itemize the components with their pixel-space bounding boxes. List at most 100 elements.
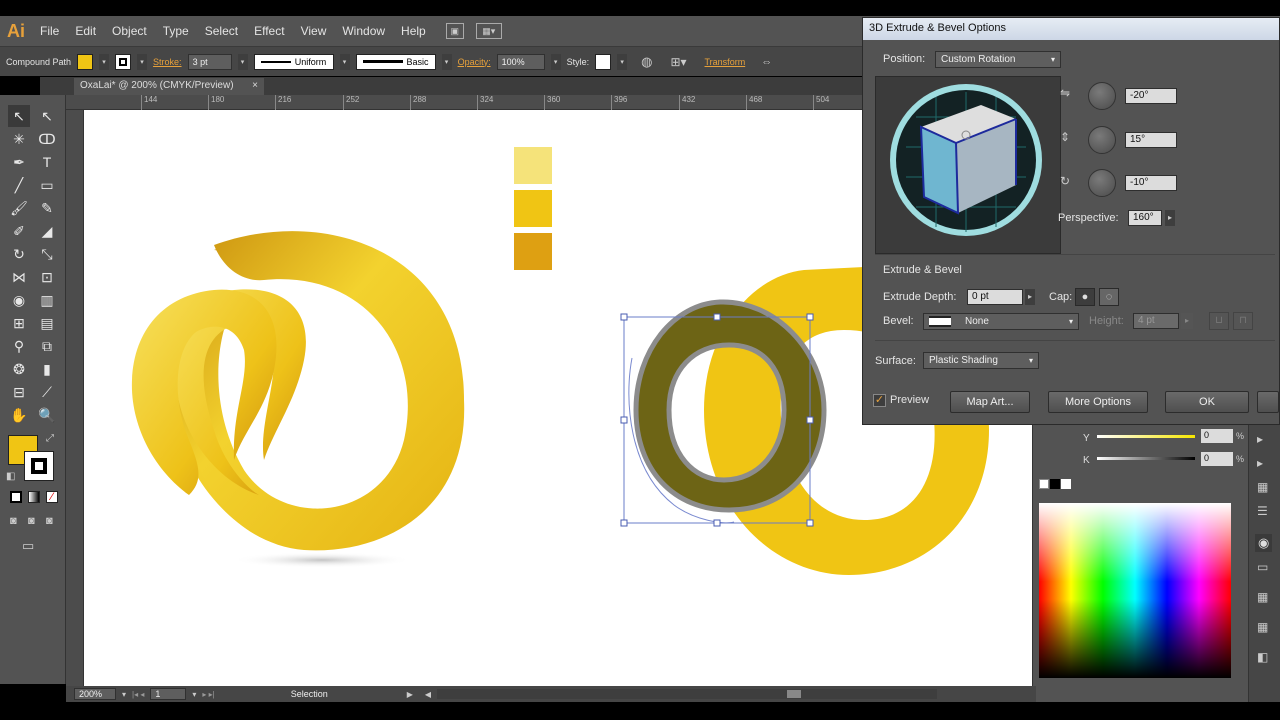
gradient-tool-icon[interactable]: ▤ [36,312,58,334]
opacity-panel-link[interactable]: Opacity: [458,57,491,67]
stroke-panel-link[interactable]: Stroke: [153,57,182,67]
rotate-z-knob[interactable] [1088,169,1116,197]
perspective-field[interactable]: 160° [1128,210,1162,226]
menu-file[interactable]: File [32,24,67,38]
flip-icon[interactable]: ⇔ [761,56,772,68]
rotate-x-field[interactable]: -20° [1125,88,1177,104]
swatch-light[interactable] [514,147,552,184]
mesh-tool-icon[interactable]: ⊞ [8,312,30,334]
black-slider[interactable] [1097,457,1195,460]
hand-tool-icon[interactable]: ✋ [8,404,30,426]
magic-wand-tool-icon[interactable]: ✳ [8,128,30,150]
none-color-icon[interactable] [1039,479,1049,489]
transform-panel-link[interactable]: Transform [705,57,746,67]
default-fill-stroke-icon[interactable]: ◧ [6,471,15,482]
free-transform-tool-icon[interactable]: ⊡ [36,266,58,288]
eraser-tool-icon[interactable]: ◢ [36,220,58,242]
first-artboard-icon[interactable]: |◂ ◂ [132,690,144,699]
brush-dropdown-icon[interactable]: ▾ [441,53,452,70]
color-mode-icon[interactable] [10,491,22,503]
rotate-x-knob[interactable] [1088,82,1116,110]
close-tab-icon[interactable]: × [252,80,258,93]
stroke-color-box[interactable] [24,451,54,481]
gradient-mode-icon[interactable] [28,491,40,503]
map-art-button[interactable]: Map Art... [950,391,1030,413]
brush-definition[interactable]: Basic [355,53,436,70]
white-color-icon[interactable] [1061,479,1071,489]
rotate-z-field[interactable]: -10° [1125,175,1177,191]
bevel-out-icon[interactable]: ⊔ [1209,312,1229,330]
zoom-dropdown-icon[interactable]: ▾ [122,690,126,699]
appearance-panel-icon[interactable]: ◉ [1255,534,1273,552]
menu-select[interactable]: Select [197,24,246,38]
bridge-icon[interactable]: ▣ [445,23,464,39]
ok-button[interactable]: OK [1165,391,1249,413]
scale-tool-icon[interactable]: ⤡ [36,243,58,265]
surface-dropdown[interactable]: Plastic Shading ▾ [923,352,1039,369]
opacity-field[interactable]: 100% [496,53,545,70]
panel-icon-7[interactable]: ▦ [1257,590,1268,604]
column-graph-tool-icon[interactable]: ▮ [36,358,58,380]
variable-width-profile[interactable]: Uniform [253,53,334,70]
perspective-slider-icon[interactable]: ▸ [1165,210,1175,226]
paintbrush-tool-icon[interactable]: 🖌 [8,197,30,219]
scroll-left-icon[interactable]: ◀ [425,690,431,699]
panel-icon-3[interactable]: ▦ [1257,480,1268,494]
stroke-weight-dropdown-icon[interactable]: ▾ [237,53,248,70]
menu-type[interactable]: Type [155,24,197,38]
profile-dropdown-icon[interactable]: ▾ [339,53,350,70]
next-artboard-icon[interactable]: ▸ ▸| [202,690,214,699]
swatch-mid[interactable] [514,190,552,227]
direct-selection-tool-icon[interactable]: ↖ [36,105,58,127]
rotate-y-field[interactable]: 15° [1125,132,1177,148]
menu-object[interactable]: Object [104,24,155,38]
fill-swatch[interactable] [77,53,94,70]
extrude-depth-slider-icon[interactable]: ▸ [1025,289,1035,305]
panel-icon-9[interactable]: ◧ [1257,650,1268,664]
document-tab[interactable]: OxaLai* @ 200% (CMYK/Preview) × [74,78,264,95]
height-slider-icon[interactable]: ▸ [1181,313,1193,329]
position-dropdown[interactable]: Custom Rotation ▾ [935,51,1061,68]
menu-view[interactable]: View [293,24,335,38]
arrange-documents-icon[interactable]: ▦▾ [475,23,502,39]
stroke-weight-field[interactable]: 3 pt [187,53,232,70]
eyedropper-tool-icon[interactable]: ⚲ [8,335,30,357]
artboard-tool-icon[interactable]: ⊟ [8,381,30,403]
blob-brush-tool-icon[interactable]: ✐ [8,220,30,242]
black-color-icon[interactable] [1050,479,1060,489]
artboard-number-field[interactable]: 1 [150,688,187,700]
left-logo-artwork[interactable] [131,231,465,568]
cap-on-icon[interactable]: ● [1075,288,1095,306]
yellow-value-field[interactable]: 0 [1201,429,1233,443]
width-tool-icon[interactable]: ⋈ [8,266,30,288]
panel-icon-2[interactable]: ▸ [1257,456,1263,470]
artboard-dropdown-icon[interactable]: ▾ [192,690,196,699]
cancel-button[interactable] [1257,391,1279,413]
zoom-tool-icon[interactable]: 🔍 [36,404,58,426]
height-field[interactable]: 4 pt [1133,313,1179,329]
menu-help[interactable]: Help [393,24,434,38]
menu-window[interactable]: Window [334,24,393,38]
perspective-grid-tool-icon[interactable]: ▥ [36,289,58,311]
slice-tool-icon[interactable]: ⟋ [36,381,58,403]
horizontal-ruler[interactable]: 144 180 216 252 288 324 360 396 432 468 … [57,95,866,110]
selection-tool-icon[interactable]: ↖ [8,105,30,127]
fill-dropdown-icon[interactable]: ▾ [99,53,110,70]
menu-edit[interactable]: Edit [67,24,104,38]
panel-icon-4[interactable]: ☰ [1257,504,1268,518]
swatch-dark[interactable] [514,233,552,270]
swap-fill-stroke-icon[interactable]: ⤢ [46,433,54,444]
panel-icon-8[interactable]: ▦ [1257,620,1268,634]
horizontal-scroll-thumb[interactable] [787,690,802,698]
none-mode-icon[interactable]: ⁄ [46,491,58,503]
panel-icon-6[interactable]: ▭ [1257,560,1268,574]
blend-tool-icon[interactable]: ⧉ [36,335,58,357]
lasso-tool-icon[interactable]: ↀ [36,128,58,150]
shape-builder-tool-icon[interactable]: ◉ [8,289,30,311]
stroke-swatch[interactable] [115,53,132,70]
pencil-tool-icon[interactable]: ✎ [36,197,58,219]
vertical-ruler[interactable] [66,110,84,686]
black-value-field[interactable]: 0 [1201,452,1233,466]
screen-mode-icon[interactable]: ▭ [22,538,34,554]
bevel-in-icon[interactable]: ⊓ [1233,312,1253,330]
